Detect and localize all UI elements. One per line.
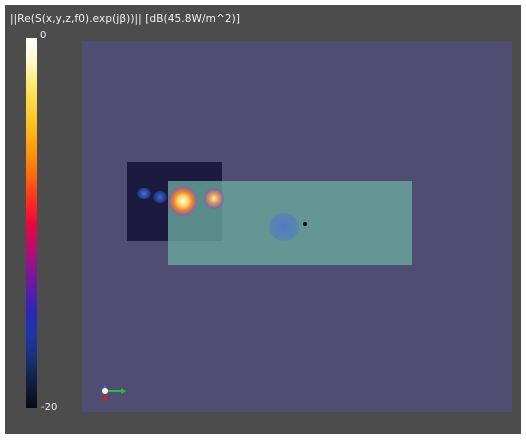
field-hotspot-small [153, 191, 167, 203]
field-hotspot-main [169, 186, 197, 216]
colorbar-title: ||Re(S(x,y,z,f0).exp(jβ))|| [dB(45.8W/m^… [10, 13, 241, 25]
field-hotspot-small [137, 188, 151, 199]
source-point [303, 222, 307, 226]
xyz-axes-triad-icon [102, 385, 126, 401]
3d-viewport[interactable]: ||Re(S(x,y,z,f0).exp(jβ))|| [dB(45.8W/m^… [5, 5, 521, 434]
colorbar-max-label: 0 [40, 30, 47, 41]
colorbar [26, 38, 37, 408]
field-hotspot-secondary [204, 188, 224, 209]
colorbar-min-label: -20 [41, 402, 58, 413]
field-blob [269, 213, 299, 241]
